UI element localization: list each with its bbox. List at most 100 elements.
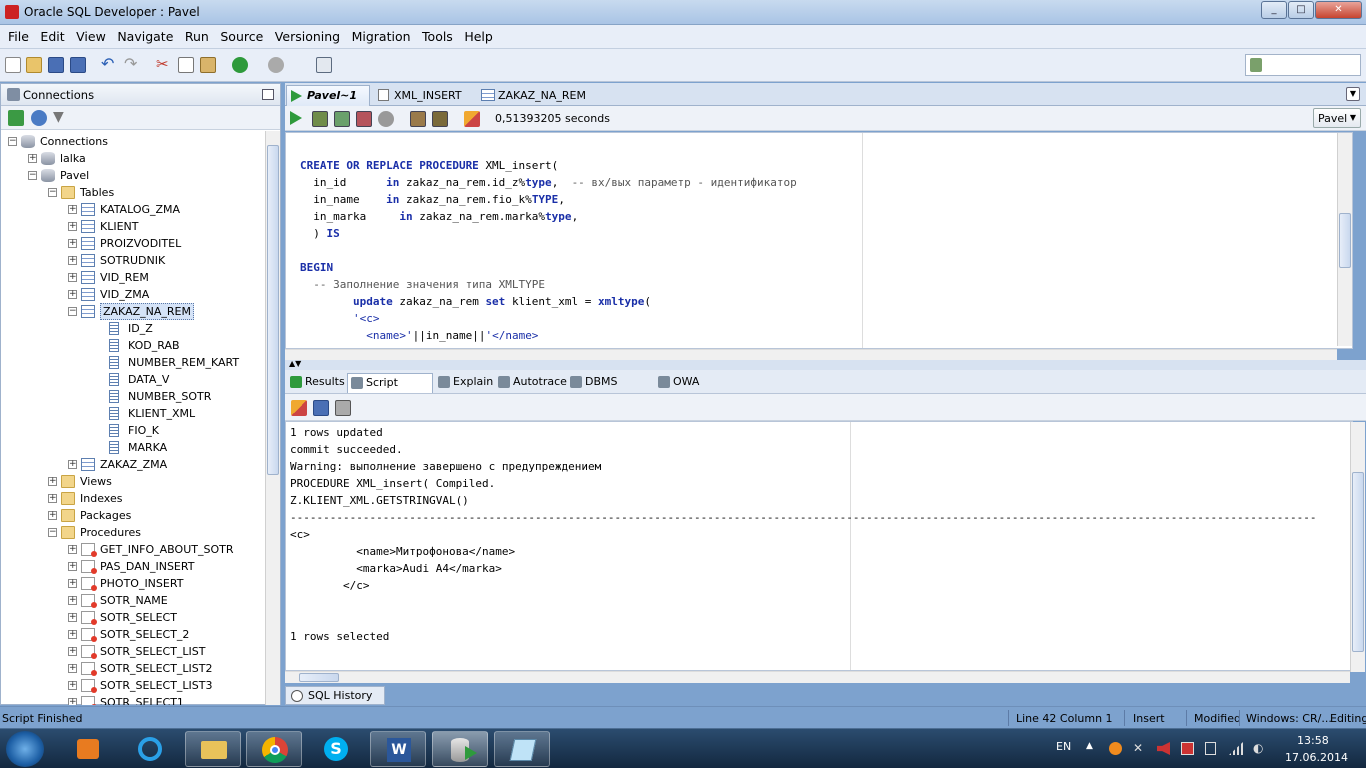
tree-item[interactable]: + Views [1, 473, 263, 490]
tray-device-icon[interactable] [1205, 742, 1216, 755]
expand-icon[interactable]: + [68, 256, 77, 265]
expand-icon[interactable]: + [68, 596, 77, 605]
expand-icon[interactable]: + [68, 681, 77, 690]
tree-item[interactable]: KOD_RAB [1, 337, 263, 354]
output-tab[interactable]: Explain [435, 373, 493, 393]
menu-view[interactable]: View [72, 25, 110, 44]
expand-icon[interactable]: + [68, 290, 77, 299]
expand-icon[interactable]: + [68, 273, 77, 282]
new-icon[interactable] [5, 57, 21, 73]
tree-item[interactable]: + PAS_DAN_INSERT [1, 558, 263, 575]
expand-icon[interactable]: + [68, 562, 77, 571]
tree-item[interactable]: − Procedures [1, 524, 263, 541]
tree-item[interactable]: + KLIENT [1, 218, 263, 235]
sql-editor[interactable]: CREATE OR REPLACE PROCEDURE XML_insert( … [285, 132, 1353, 349]
file-explorer-icon[interactable] [185, 731, 241, 767]
tab-pavel-worksheet[interactable]: Pavel~1 [286, 85, 370, 106]
maximize-button[interactable]: □ [1288, 1, 1314, 19]
collapse-icon[interactable]: − [48, 528, 57, 537]
sql-worksheet-icon[interactable] [316, 57, 332, 73]
minimize-panel-icon[interactable] [262, 89, 274, 100]
open-icon[interactable] [26, 57, 42, 73]
start-orb-icon[interactable] [6, 731, 44, 767]
expand-icon[interactable]: + [68, 205, 77, 214]
menu-edit[interactable]: Edit [36, 25, 68, 44]
expand-icon[interactable]: + [68, 545, 77, 554]
expand-icon[interactable]: + [68, 630, 77, 639]
connection-select[interactable]: Pavel ▼ [1313, 108, 1361, 128]
tree-item[interactable]: + PROIZVODITEL [1, 235, 263, 252]
expand-icon[interactable]: + [48, 477, 57, 486]
search-box[interactable] [1245, 54, 1361, 76]
expand-icon[interactable]: + [68, 664, 77, 673]
menu-versioning[interactable]: Versioning [271, 25, 344, 44]
tree-item[interactable]: + GET_INFO_ABOUT_SOTR [1, 541, 263, 558]
forward-icon[interactable] [268, 57, 284, 73]
output-vscroll-thumb[interactable] [1352, 472, 1364, 652]
collapse-icon[interactable]: − [28, 171, 37, 180]
tree-item[interactable]: + VID_ZMA [1, 286, 263, 303]
expand-icon[interactable]: + [68, 698, 77, 705]
skype-icon[interactable]: S [308, 731, 364, 767]
output-tab[interactable]: DBMS Output [567, 373, 653, 406]
tree-item[interactable]: + SOTR_SELECT [1, 609, 263, 626]
save-output-icon[interactable] [313, 400, 329, 416]
tree-item[interactable]: + SOTR_SELECT1 [1, 694, 263, 705]
rollback-icon[interactable] [356, 111, 372, 127]
tree-item[interactable]: + SOTR_SELECT_LIST [1, 643, 263, 660]
editor-vscroll[interactable] [1337, 133, 1352, 346]
tray-app-icon[interactable] [1109, 742, 1122, 755]
menu-tools[interactable]: Tools [418, 25, 457, 44]
menu-run[interactable]: Run [181, 25, 213, 44]
run-script-icon[interactable] [312, 111, 328, 127]
save-icon[interactable] [48, 57, 64, 73]
clock-date[interactable]: 17.06.2014 [1285, 751, 1348, 764]
save-all-icon[interactable] [70, 57, 86, 73]
clear-icon[interactable] [464, 111, 480, 127]
expand-icon[interactable]: + [68, 647, 77, 656]
output-hscroll[interactable] [285, 671, 1350, 683]
editor-hscroll[interactable] [285, 349, 1337, 360]
tab-zakaz-na-rem[interactable]: ZAKAZ_NA_REM [477, 85, 587, 106]
undo-icon[interactable]: ↶ [101, 56, 117, 73]
tab-xml-insert[interactable]: XML_INSERT [373, 85, 473, 106]
volume-muted-icon[interactable] [1157, 742, 1170, 755]
output-tab[interactable]: Script Output [347, 373, 433, 407]
tray-network-off-icon[interactable]: ✕ [1133, 742, 1146, 755]
editor-vscroll-thumb[interactable] [1339, 213, 1351, 268]
output-tab[interactable]: OWA Output [655, 373, 739, 406]
pane-splitter[interactable]: ▲▼ [285, 359, 1366, 370]
battery-icon[interactable]: ◐ [1253, 742, 1264, 755]
expand-icon[interactable]: + [68, 239, 77, 248]
collapse-icon[interactable]: − [8, 137, 17, 146]
menu-file[interactable]: File [4, 25, 33, 44]
refresh-icon[interactable] [31, 110, 47, 126]
back-icon[interactable] [232, 57, 248, 73]
tree-item[interactable]: NUMBER_REM_KART [1, 354, 263, 371]
script-output[interactable]: 1 rows updated commit succeeded. Warning: … [285, 421, 1353, 671]
expand-icon[interactable]: + [28, 154, 37, 163]
menu-navigate[interactable]: Navigate [113, 25, 177, 44]
collapse-icon[interactable]: − [68, 307, 77, 316]
collapse-icon[interactable]: − [48, 188, 57, 197]
explain-plan-icon[interactable] [410, 111, 426, 127]
tree-item[interactable]: + SOTR_NAME [1, 592, 263, 609]
tree-item[interactable]: + SOTR_SELECT_2 [1, 626, 263, 643]
output-tab[interactable]: Results [287, 373, 345, 393]
menu-source[interactable]: Source [216, 25, 267, 44]
expand-icon[interactable]: + [68, 222, 77, 231]
run-statement-icon[interactable] [290, 111, 302, 125]
expand-icon[interactable]: + [48, 511, 57, 520]
tree-item[interactable]: − Tables [1, 184, 263, 201]
cut-icon[interactable]: ✂ [156, 57, 172, 73]
notepad-icon[interactable] [494, 731, 550, 767]
output-tab[interactable]: Autotrace [495, 373, 567, 393]
expand-icon[interactable]: + [68, 613, 77, 622]
expand-icon[interactable]: + [68, 579, 77, 588]
menu-migration[interactable]: Migration [348, 25, 415, 44]
tree-item[interactable]: DATA_V [1, 371, 263, 388]
menu-help[interactable]: Help [460, 25, 497, 44]
word-icon[interactable]: W [370, 731, 426, 767]
tray-security-icon[interactable] [1181, 742, 1194, 755]
tree-item[interactable]: + KATALOG_ZMA [1, 201, 263, 218]
